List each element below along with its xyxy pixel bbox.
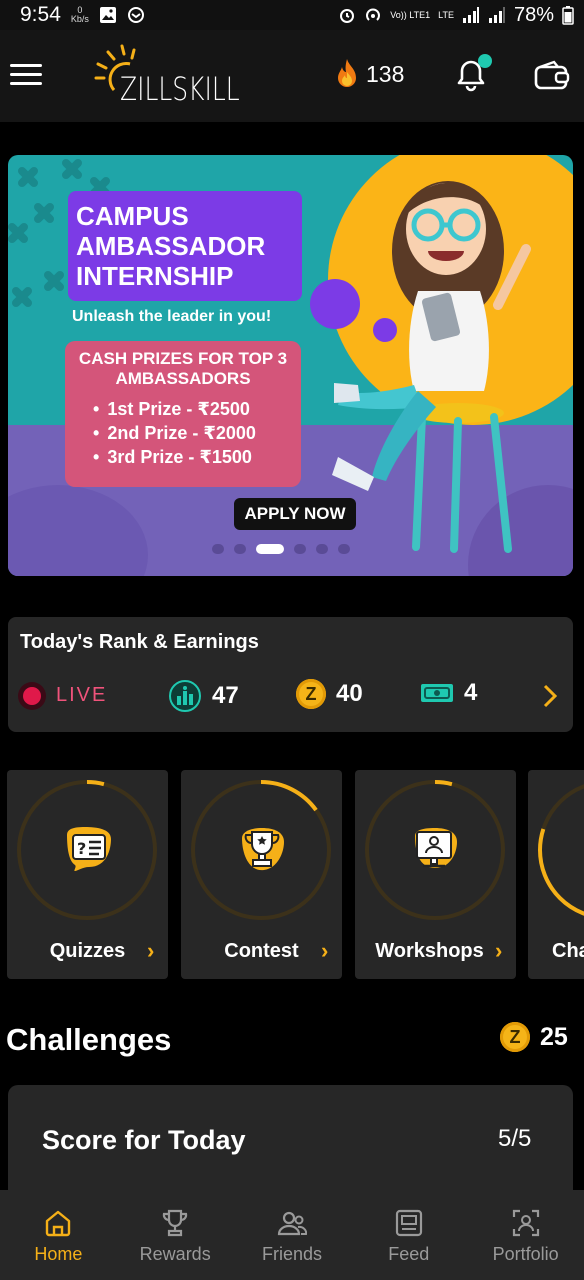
fire-icon <box>338 59 356 87</box>
notification-dot <box>478 54 492 68</box>
nav-label: Home <box>34 1244 83 1264</box>
tile-label: Contest <box>224 940 299 962</box>
progress-ring <box>538 780 584 920</box>
battery-percent: 78% <box>513 3 554 26</box>
tile-workshops[interactable]: Workshops › <box>355 770 516 979</box>
signal-icon <box>462 7 479 23</box>
wallet-icon[interactable] <box>534 60 570 90</box>
prize-box: CASH PRIZES FOR TOP 3 AMBASSADORS 1st Pr… <box>65 341 301 487</box>
feed-icon <box>395 1209 422 1237</box>
chevron-right-icon[interactable] <box>542 683 558 709</box>
rank-earnings-card[interactable]: Today's Rank & Earnings LIVE 47 Z 40 4 <box>8 617 573 732</box>
carousel-dot[interactable] <box>294 544 306 554</box>
carousel-dot[interactable] <box>316 544 328 554</box>
banner-subtitle: Unleash the leader in you! <box>72 308 272 325</box>
alarm-icon <box>340 9 355 23</box>
rank-card-title: Today's Rank & Earnings <box>20 631 259 653</box>
challenges-coins: Z 25 <box>500 1022 568 1052</box>
challenges-coin-value: 25 <box>540 1022 568 1051</box>
prize-item: 1st Prize - ₹2500 <box>93 397 295 421</box>
carousel-dots[interactable] <box>212 544 350 554</box>
gallery-icon <box>99 7 116 23</box>
logo-text: ZILLSKILL <box>120 70 240 108</box>
challenges-title: Challenges <box>6 1022 172 1057</box>
carousel-dot[interactable] <box>256 544 284 554</box>
leaderboard-icon <box>169 680 201 712</box>
chevron-right-icon: › <box>495 938 503 963</box>
streak-counter[interactable]: 138 <box>334 58 404 90</box>
live-label: LIVE <box>56 684 108 706</box>
coins-value: 40 <box>336 680 363 707</box>
cash-stat: 4 <box>420 679 477 707</box>
cash-value: 4 <box>464 679 478 706</box>
score-value: 5/5 <box>498 1125 532 1152</box>
banner-title-box: CAMPUS AMBASSADOR INTERNSHIP <box>68 191 302 301</box>
tile-label: Quizzes <box>49 940 126 962</box>
tile-label: Workshops <box>375 940 484 962</box>
score-label: Score for Today <box>42 1125 246 1155</box>
category-tiles: ? Quizzes › Contest › Workshops › Ch <box>0 770 584 980</box>
home-icon <box>46 1210 71 1237</box>
menu-icon[interactable] <box>10 64 42 86</box>
quiz-icon: ? <box>67 827 111 871</box>
cash-icon <box>421 684 453 702</box>
tile-quizzes[interactable]: ? Quizzes › <box>7 770 168 979</box>
friends-icon <box>277 1211 307 1236</box>
rank-stats-row: LIVE 47 Z 40 4 <box>18 679 563 713</box>
portfolio-icon <box>512 1209 539 1237</box>
nav-label: Feed <box>388 1244 430 1264</box>
lte-indicator: LTE <box>438 10 454 20</box>
zillskill-logo: ZILLSKILL <box>92 42 240 112</box>
svg-text:?: ? <box>77 839 86 858</box>
promo-banner[interactable]: CAMPUS AMBASSADOR INTERNSHIP Unleash the… <box>8 155 573 576</box>
apply-now-button[interactable]: APPLY NOW <box>234 498 356 530</box>
rank-stat: 47 <box>168 679 239 713</box>
trophy-icon <box>163 1209 188 1237</box>
banner-title: CAMPUS AMBASSADOR INTERNSHIP <box>76 201 266 291</box>
streak-count: 138 <box>366 60 405 87</box>
status-bar: 9:54 0 Kb/s Vo)) LTE1 LTE 78% <box>0 0 584 30</box>
rank-value: 47 <box>212 682 239 709</box>
prize-item: 2nd Prize - ₹2000 <box>93 421 295 445</box>
bottom-nav: Home Rewards Friends Feed Portfolio <box>0 1190 584 1280</box>
nav-feed[interactable]: Feed <box>350 1190 467 1280</box>
prize-list: 1st Prize - ₹2500 2nd Prize - ₹2000 3rd … <box>71 397 295 469</box>
hotspot-icon <box>366 8 381 21</box>
zcoin-icon: Z <box>500 1022 530 1052</box>
coins-stat: Z 40 <box>296 679 363 709</box>
nav-label: Friends <box>261 1244 322 1264</box>
nav-rewards[interactable]: Rewards <box>117 1190 234 1280</box>
tile-contest[interactable]: Contest › <box>181 770 342 979</box>
signal-2-icon <box>488 7 505 23</box>
tile-label: Cha <box>552 940 584 962</box>
prize-item: 3rd Prize - ₹1500 <box>93 445 295 469</box>
nav-label: Rewards <box>139 1244 211 1264</box>
carousel-dot[interactable] <box>234 544 246 554</box>
status-time: 9:54 <box>20 3 61 26</box>
prize-title: CASH PRIZES FOR TOP 3 AMBASSADORS <box>78 349 288 388</box>
app-notification-icon <box>127 7 144 23</box>
chevron-right-icon: › <box>321 938 329 963</box>
zcoin-icon: Z <box>296 679 326 709</box>
live-indicator-icon <box>18 682 46 710</box>
carousel-dot[interactable] <box>338 544 350 554</box>
nav-home[interactable]: Home <box>0 1190 117 1280</box>
battery-icon <box>562 6 574 25</box>
nav-friends[interactable]: Friends <box>234 1190 351 1280</box>
app-header: ZILLSKILL 138 <box>0 30 584 122</box>
trophy-icon <box>242 828 284 871</box>
chevron-right-icon: › <box>147 938 155 963</box>
network-speed: 0 Kb/s <box>71 6 89 24</box>
carousel-dot[interactable] <box>212 544 224 554</box>
volte-indicator: Vo)) LTE1 <box>390 9 431 20</box>
nav-label: Portfolio <box>492 1244 559 1264</box>
workshop-icon <box>415 828 457 868</box>
network-speed-unit: Kb/s <box>70 14 89 24</box>
nav-portfolio[interactable]: Portfolio <box>467 1190 584 1280</box>
tile-challenges-partial[interactable]: Cha <box>528 770 584 979</box>
